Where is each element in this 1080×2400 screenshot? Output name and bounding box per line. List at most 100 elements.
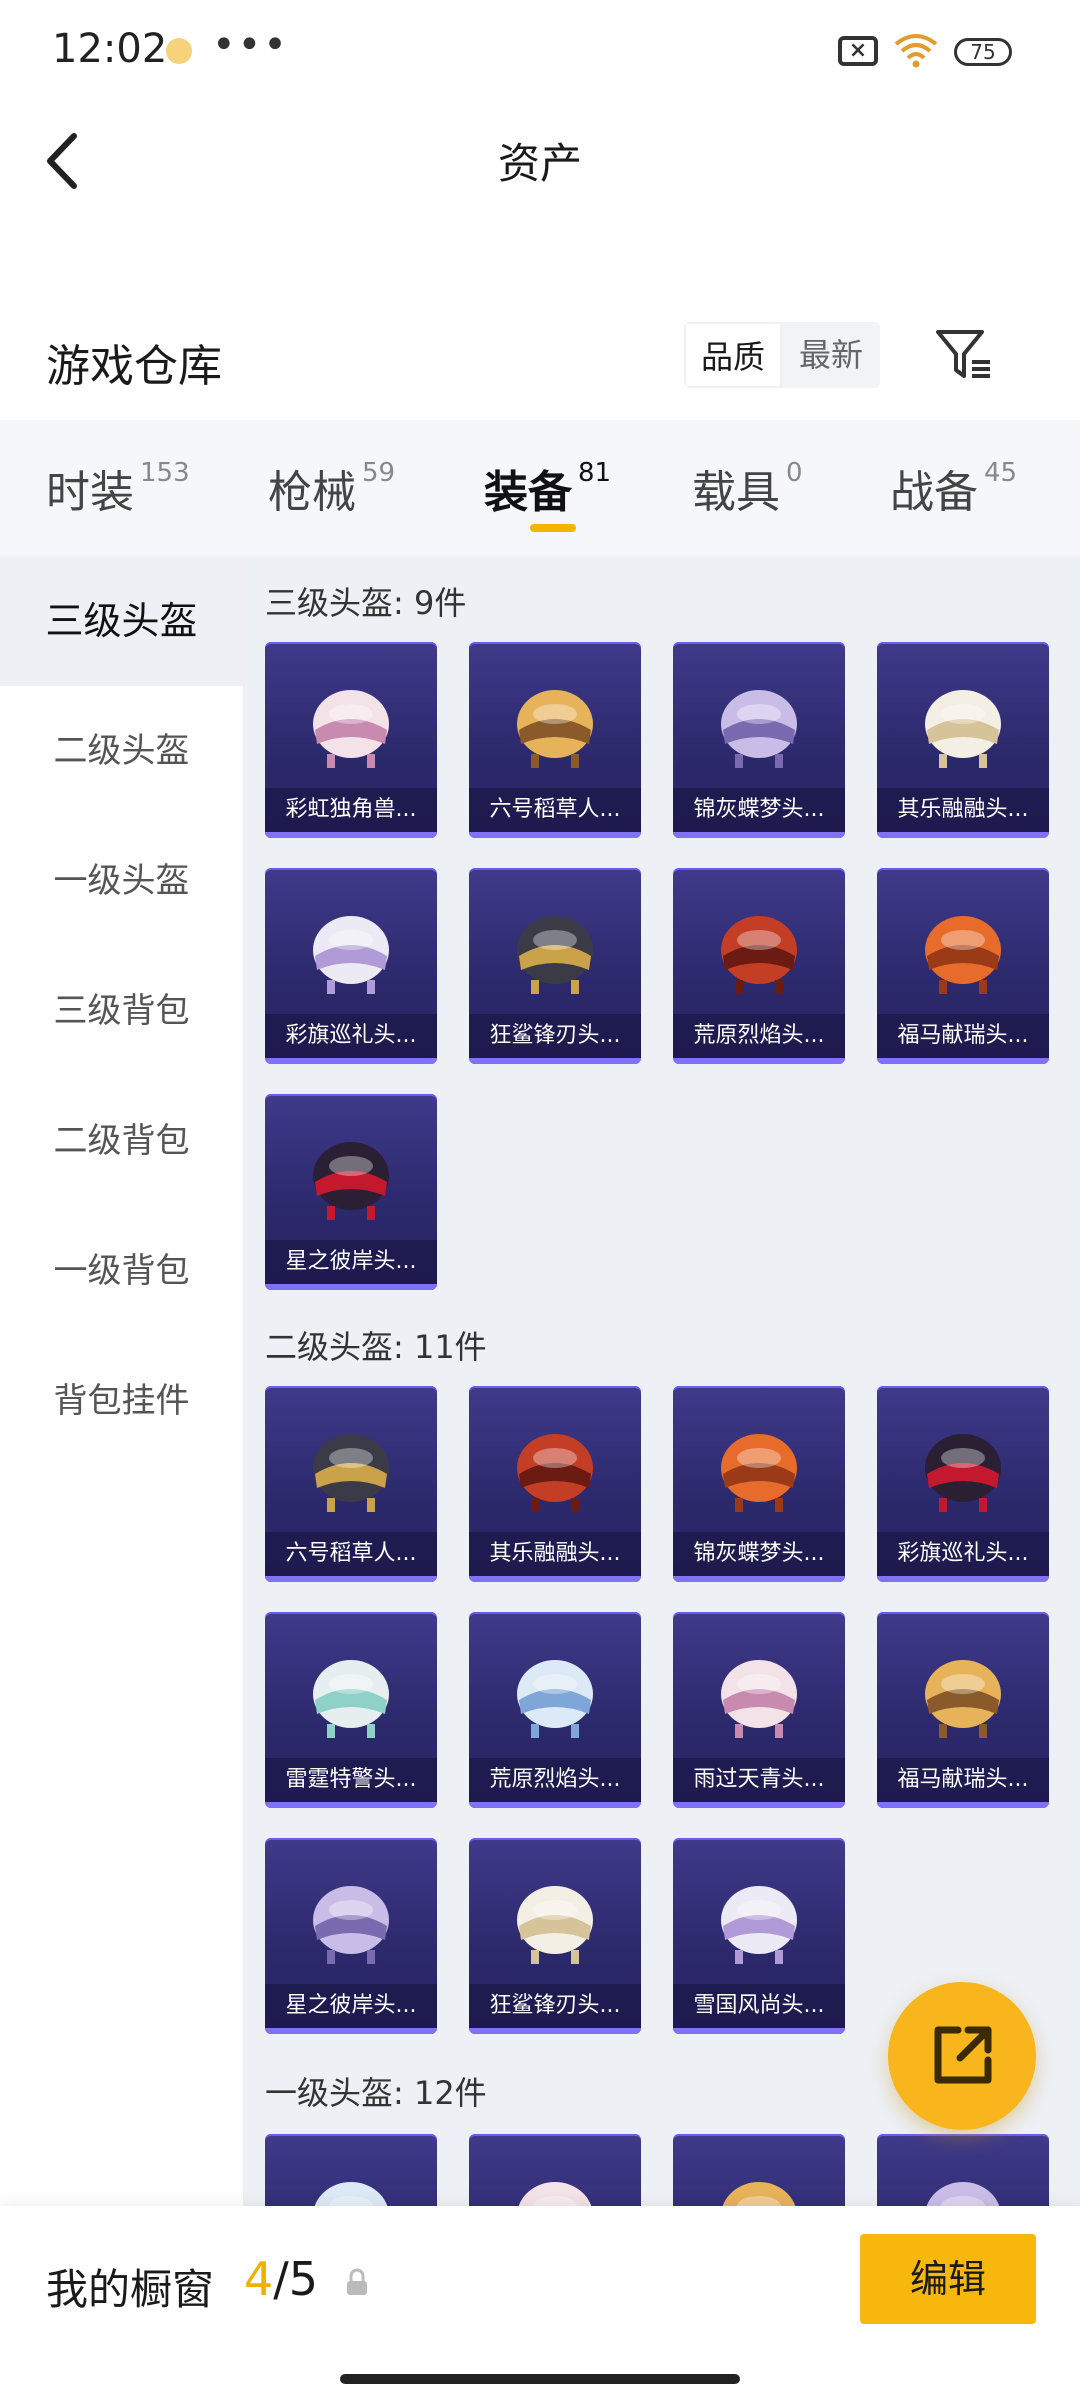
showcase-label: 我的橱窗 [46,2265,215,2314]
item-card[interactable]: 狂鲨锋刃头... [469,868,641,1064]
notification-badge-icon [166,38,192,64]
active-tab-indicator [530,524,576,532]
showcase-bar: 我的橱窗 4/5 编辑 [0,2206,1080,2400]
tab-count: 0 [786,458,803,488]
item-name: 六号稻草人... [265,1532,437,1576]
item-card[interactable]: 其乐融融头... [877,642,1049,838]
item-card[interactable]: 狂鲨锋刃头... [469,1838,641,2034]
tab-guns[interactable]: 枪械 59 [268,456,395,520]
item-card[interactable]: 雷霆特警头... [265,1612,437,1808]
showcase-total: /5 [273,2252,319,2306]
item-name: 彩虹独角兽... [265,788,437,832]
group-label-level1: 一级头盔: 12件 [265,2074,487,2112]
home-indicator [340,2374,740,2384]
warehouse-header: 游戏仓库 品质 最新 [0,310,1080,420]
item-card[interactable] [673,2134,845,2206]
item-name: 荒原烈焰头... [673,1014,845,1058]
section-title: 游戏仓库 [46,341,222,392]
sort-option-quality[interactable]: 品质 [684,322,782,388]
item-card[interactable]: 荒原烈焰头... [469,1612,641,1808]
item-card[interactable]: 星之彼岸头... [265,1094,437,1290]
status-bar: 12:02 ••• × 75 [0,0,1080,110]
item-name: 星之彼岸头... [265,1240,437,1284]
item-card[interactable]: 六号稻草人... [265,1386,437,1582]
tab-label: 装备 [484,467,572,518]
item-card[interactable]: 雨过天青头... [673,1612,845,1808]
helmet-icon [721,1886,797,1964]
tab-vehicles[interactable]: 载具 0 [692,456,803,520]
item-card[interactable]: 彩虹独角兽... [265,642,437,838]
item-card[interactable] [877,2134,1049,2206]
item-card[interactable]: 锦灰蝶梦头... [673,1386,845,1582]
item-name: 狂鲨锋刃头... [469,1984,641,2028]
tab-count: 45 [984,458,1018,488]
top-nav: 资产 [0,110,1080,210]
helmet-icon [517,1886,593,1964]
item-card[interactable]: 其乐融融头... [469,1386,641,1582]
page-title: 资产 [497,139,582,188]
item-name: 福马献瑞头... [877,1758,1049,1802]
sidebar-item-level2-backpack[interactable]: 二级背包 [0,1076,243,1206]
share-out-icon [934,2026,992,2084]
tab-count: 81 [578,458,612,488]
tab-supplies[interactable]: 战备 45 [890,456,1017,520]
helmet-icon [722,2182,796,2206]
helmet-icon [925,916,1001,994]
item-card[interactable]: 福马献瑞头... [877,868,1049,1064]
sidebar: 三级头盔 二级头盔 一级头盔 三级背包 二级背包 一级背包 背包挂件 [0,556,243,2206]
item-grid: 三级头盔: 9件 二级头盔: 11件 一级头盔: 12件 彩虹独角兽... 六号稻… [243,556,1080,2206]
item-name: 锦灰蝶梦头... [673,1532,845,1576]
filter-icon[interactable] [932,322,996,386]
item-name: 雨过天青头... [673,1758,845,1802]
item-card[interactable]: 荒原烈焰头... [673,868,845,1064]
edit-button[interactable]: 编辑 [860,2234,1036,2324]
item-card[interactable]: 雪国风尚头... [673,1838,845,2034]
tab-label: 时装 [46,467,134,518]
helmet-icon [313,1142,389,1220]
helmet-icon [313,1886,389,1964]
sidebar-item-backpack-charm[interactable]: 背包挂件 [0,1336,243,1466]
sidebar-item-level3-backpack[interactable]: 三级背包 [0,946,243,1076]
item-name: 星之彼岸头... [265,1984,437,2028]
category-tabs: 时装 153 枪械 59 装备 81 载具 0 战备 45 [0,420,1080,556]
sidebar-item-level1-helmet[interactable]: 一级头盔 [0,816,243,946]
sidebar-item-level1-backpack[interactable]: 一级背包 [0,1206,243,1336]
item-name: 六号稻草人... [469,788,641,832]
tab-equipment[interactable]: 装备 81 [484,456,611,520]
item-card[interactable] [265,2134,437,2206]
helmet-icon [925,1660,1001,1738]
item-name: 狂鲨锋刃头... [469,1014,641,1058]
item-card[interactable]: 六号稻草人... [469,642,641,838]
item-card[interactable]: 彩旗巡礼头... [877,1386,1049,1582]
helmet-icon [926,2182,1000,2206]
item-card[interactable]: 锦灰蝶梦头... [673,642,845,838]
helmet-icon [517,1660,593,1738]
helmet-icon [313,916,389,994]
item-card[interactable]: 星之彼岸头... [265,1838,437,2034]
helmet-icon [721,690,797,768]
helmet-icon [517,916,593,994]
helmet-icon [721,1660,797,1738]
sidebar-item-level3-helmet[interactable]: 三级头盔 [0,556,243,686]
item-name: 锦灰蝶梦头... [673,788,845,832]
share-button[interactable] [888,1982,1036,2130]
group-label-level3: 三级头盔: 9件 [265,584,467,622]
helmet-icon [314,2182,388,2206]
item-name: 雪国风尚头... [673,1984,845,2028]
item-card[interactable]: 福马献瑞头... [877,1612,1049,1808]
tab-label: 载具 [692,467,780,518]
helmet-icon [925,690,1001,768]
sidebar-item-level2-helmet[interactable]: 二级头盔 [0,686,243,816]
item-card[interactable]: 彩旗巡礼头... [265,868,437,1064]
item-name: 荒原烈焰头... [469,1758,641,1802]
item-name: 福马献瑞头... [877,1014,1049,1058]
item-card[interactable] [469,2134,641,2206]
tab-fashion[interactable]: 时装 153 [46,456,190,520]
helmet-icon [313,690,389,768]
helmet-icon [518,2182,592,2206]
item-name: 彩旗巡礼头... [877,1532,1049,1576]
tab-label: 枪械 [268,467,356,518]
sort-toggle: 品质 最新 [684,322,880,388]
sort-option-newest[interactable]: 最新 [782,322,880,388]
tab-label: 战备 [890,467,978,518]
